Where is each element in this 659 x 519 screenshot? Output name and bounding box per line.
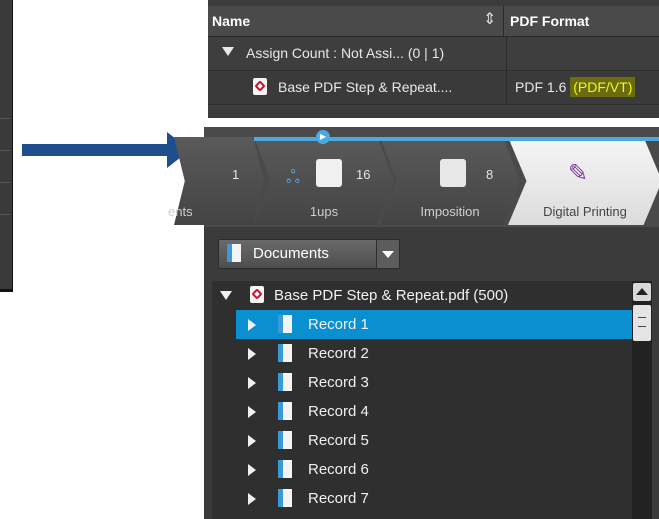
column-header-name[interactable]: Name	[212, 13, 250, 29]
tab-imposition[interactable]: 8 Imposition	[380, 137, 520, 225]
column-divider[interactable]	[503, 6, 504, 36]
divider	[0, 289, 12, 292]
divider	[0, 118, 10, 119]
column-header-pdf-format[interactable]: PDF Format	[510, 13, 589, 29]
play-icon[interactable]: ▶	[316, 130, 330, 144]
column-divider	[506, 71, 507, 104]
scroll-thumb[interactable]	[633, 305, 651, 341]
pdf-file-icon	[250, 286, 264, 303]
background-window-fragment	[0, 0, 13, 292]
tree-record-row[interactable]: Record 5	[236, 426, 632, 455]
document-icon	[278, 489, 292, 507]
tab-digital-printing[interactable]: ✎ Digital Printing	[508, 137, 659, 225]
document-icon	[227, 244, 241, 262]
workflow-tabs: 1 ents ஃ 16 1ups ▶ 8 Imposition ✎ Digita…	[168, 127, 659, 227]
pdf-file-icon	[253, 78, 267, 95]
collapsed-triangle-icon[interactable]	[248, 464, 256, 476]
pdf-format-highlight: (PDF/VT)	[570, 77, 636, 97]
file-row[interactable]: Base PDF Step & Repeat.... PDF 1.6 (PDF/…	[208, 71, 659, 105]
imposition-icon	[440, 159, 466, 187]
record-label: Record 5	[308, 432, 369, 449]
file-list-panel: Name ⇕ PDF Format Assign Count : Not Ass…	[208, 0, 659, 118]
printer-icon: ✎	[568, 160, 589, 187]
tree-record-row[interactable]: Record 6	[236, 455, 632, 484]
tree-record-row[interactable]: Record 1	[236, 310, 632, 339]
group-row[interactable]: Assign Count : Not Assi... (0 | 1)	[208, 37, 659, 71]
tree-root-label: Base PDF Step & Repeat.pdf (500)	[274, 287, 509, 304]
tab-title: Digital Printing	[543, 204, 627, 219]
shapes-icon: ஃ	[286, 167, 301, 187]
document-icon	[278, 431, 292, 449]
tab-progress-bar	[508, 137, 659, 141]
document-icon	[278, 344, 292, 362]
workflow-panel: 1 ents ஃ 16 1ups ▶ 8 Imposition ✎ Digita…	[168, 127, 659, 519]
document-tree: Base PDF Step & Repeat.pdf (500) Record …	[212, 281, 632, 519]
tree-scrollbar[interactable]	[632, 281, 652, 519]
collapsed-triangle-icon[interactable]	[248, 406, 256, 418]
document-icon	[278, 373, 292, 391]
expand-triangle-icon[interactable]	[220, 291, 232, 300]
record-label: Record 6	[308, 461, 369, 478]
tree-record-row[interactable]: Record 4	[236, 397, 632, 426]
document-icon	[278, 460, 292, 478]
pdf-file-icon	[316, 159, 342, 187]
record-label: Record 4	[308, 403, 369, 420]
tab-count: 1	[232, 167, 240, 182]
documents-dropdown[interactable]: Documents	[218, 239, 400, 269]
scroll-up-icon[interactable]	[633, 283, 651, 301]
dropdown-selected-label: Documents	[253, 245, 329, 262]
tab-elements[interactable]: 1 ents	[168, 137, 264, 225]
collapsed-triangle-icon[interactable]	[248, 348, 256, 360]
collapsed-triangle-icon[interactable]	[248, 493, 256, 505]
record-label: Record 1	[308, 316, 369, 333]
file-name: Base PDF Step & Repeat....	[278, 79, 453, 95]
tree-record-row[interactable]: Record 3	[236, 368, 632, 397]
column-divider	[506, 37, 507, 70]
tab-1ups[interactable]: ஃ 16 1ups ▶	[254, 130, 394, 225]
tab-title: ents	[168, 204, 193, 219]
tree-root-row[interactable]: Base PDF Step & Repeat.pdf (500)	[212, 281, 632, 310]
tree-record-row[interactable]: Record 2	[236, 339, 632, 368]
pdf-format-version: PDF 1.6	[515, 79, 567, 95]
divider	[0, 182, 10, 183]
document-icon	[278, 402, 292, 420]
table-header: Name ⇕ PDF Format	[208, 6, 659, 37]
collapsed-triangle-icon[interactable]	[248, 319, 256, 331]
collapsed-triangle-icon[interactable]	[248, 435, 256, 447]
document-icon	[278, 315, 292, 333]
tab-count: 16	[356, 167, 371, 182]
tab-title: Imposition	[420, 204, 480, 219]
divider	[0, 214, 10, 215]
sort-icon[interactable]: ⇕	[483, 9, 496, 29]
tab-progress-bar	[380, 137, 520, 141]
record-label: Record 3	[308, 374, 369, 391]
record-label: Record 7	[308, 490, 369, 507]
tree-record-row[interactable]: Record 7	[236, 484, 632, 513]
chevron-down-icon[interactable]	[376, 240, 399, 268]
collapsed-triangle-icon[interactable]	[248, 377, 256, 389]
divider	[0, 150, 10, 151]
group-label: Assign Count : Not Assi... (0 | 1)	[246, 45, 445, 61]
tab-title: 1ups	[309, 204, 339, 219]
expand-triangle-icon[interactable]	[222, 47, 234, 56]
record-label: Record 2	[308, 345, 369, 362]
tab-count: 8	[486, 167, 494, 182]
pdf-format-value: PDF 1.6 (PDF/VT)	[515, 77, 636, 97]
right-arrow-icon	[22, 132, 190, 168]
